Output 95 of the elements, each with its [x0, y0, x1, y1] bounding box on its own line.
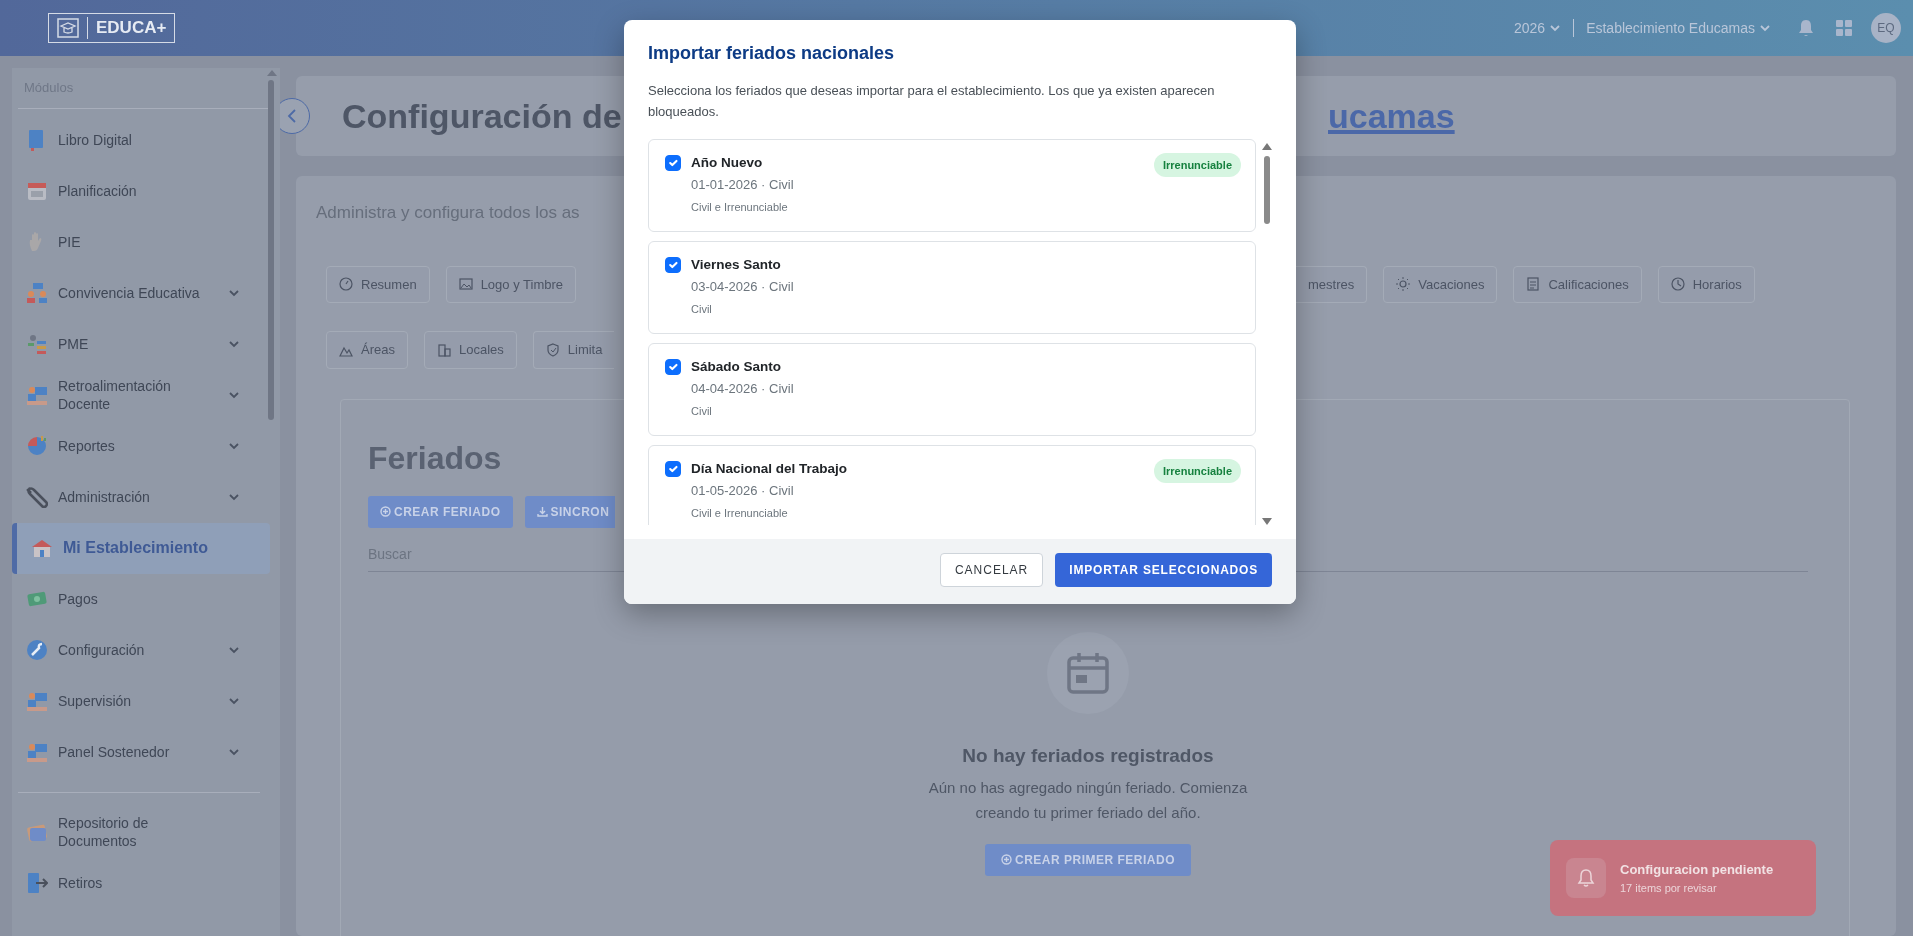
plus-circle-icon	[1001, 854, 1012, 865]
create-button[interactable]: CREAR FERIADO	[368, 495, 513, 528]
wrench-icon	[26, 639, 48, 661]
presenter-icon	[26, 690, 48, 712]
chevron-left-icon	[286, 109, 298, 123]
scrollbar-thumb[interactable]	[268, 80, 274, 420]
toast-text: 17 items por revisar	[1620, 880, 1718, 896]
sidebar-item[interactable]: Retiros	[12, 857, 270, 909]
holiday-name: Año Nuevo	[691, 153, 764, 172]
holiday-date: 03-04-2026 · Civil	[691, 277, 795, 296]
sync-button[interactable]: SINCRON	[524, 495, 616, 528]
holiday-type: Civil e Irrenunciable	[691, 200, 789, 216]
dialog-description: Selecciona los feriados que deseas importar para el establecimiento. Los que ya existen aparecen bloqueados.	[647, 82, 1216, 121]
empty-message: Aún no has agregado ningún feriado. Comienza creando tu primer feriado del año.	[927, 778, 1249, 823]
sidebar-item[interactable]: PIE	[12, 216, 270, 268]
checkbox[interactable]	[665, 256, 681, 273]
holiday-type: Civil e Irrenunciable	[691, 506, 789, 522]
holiday-date: 01-05-2026 · Civil	[691, 481, 795, 500]
user-avatar[interactable]: EQ	[1871, 13, 1901, 43]
tab[interactable]: Locales	[423, 331, 517, 369]
tab[interactable]: mestres	[1296, 265, 1368, 303]
holiday-card[interactable]: Sábado Santo 04-04-2026 · Civil Civil	[648, 342, 1256, 436]
sidebar-item[interactable]: Supervisión	[12, 675, 270, 727]
calendar-icon	[26, 180, 48, 202]
chart-icon	[26, 333, 48, 355]
sidebar-item[interactable]: Planificación	[12, 165, 270, 217]
sidebar-item[interactable]: Administración	[12, 471, 270, 523]
checkbox[interactable]	[665, 154, 681, 171]
clock-icon	[1670, 277, 1685, 292]
holiday-date: 01-01-2026 · Civil	[691, 175, 795, 194]
section-title: Feriados	[368, 438, 503, 478]
graduation-cap-icon	[57, 18, 79, 38]
tab[interactable]: Áreas	[326, 331, 408, 369]
gauge-icon	[339, 277, 353, 292]
logo[interactable]: EDUCA+	[48, 13, 176, 43]
sidebar-item[interactable]: Convivencia Educativa	[12, 267, 270, 319]
holiday-type: Civil	[691, 404, 713, 420]
sidebar-item[interactable]: Mi Establecimiento	[12, 522, 270, 574]
checkbox[interactable]	[665, 358, 681, 375]
sidebar-item[interactable]: Libro Digital	[12, 114, 270, 166]
tab[interactable]: Logo y Timbre	[445, 265, 576, 303]
sidebar-item[interactable]: Pagos	[12, 573, 270, 625]
school-dropdown[interactable]: Establecimiento Educamas	[1586, 17, 1771, 39]
holiday-card[interactable]: Año Nuevo 01-01-2026 · Civil Civil e Irrenunciable Irrenunciable	[648, 138, 1256, 232]
sidebar-item[interactable]: Reportes	[12, 420, 270, 472]
notification-toast[interactable]: Configuracion pendiente 17 items por revisar	[1550, 840, 1816, 916]
exit-icon	[26, 872, 48, 894]
back-button[interactable]	[280, 98, 310, 134]
holiday-name: Día Nacional del Trabajo	[691, 459, 849, 478]
create-first-button[interactable]: CREAR PRIMER FERIADO	[985, 843, 1191, 876]
toast-title: Configuracion pendiente	[1620, 861, 1774, 879]
plus-circle-icon	[380, 506, 391, 517]
building-icon	[436, 342, 451, 357]
caret-icon	[1549, 22, 1562, 34]
pie-chart-icon	[26, 435, 48, 457]
download-icon	[536, 506, 548, 517]
status-badge: Irrenunciable	[1153, 152, 1241, 178]
presenter-icon	[26, 384, 48, 406]
page-title-link[interactable]: ucamas	[1328, 90, 1455, 142]
checkbox[interactable]	[665, 460, 681, 477]
import-button[interactable]: IMPORTAR SELECCIONADOS	[1055, 552, 1272, 587]
presenter-icon	[26, 741, 48, 763]
holiday-card[interactable]: Viernes Santo 03-04-2026 · Civil Civil	[648, 240, 1256, 334]
tab[interactable]: Limita	[532, 331, 615, 369]
bell-icon[interactable]	[1797, 18, 1815, 38]
bell-icon	[1577, 868, 1595, 888]
tab[interactable]: Calificaciones	[1513, 265, 1642, 303]
dialog-title: Importar feriados nacionales	[647, 42, 896, 65]
holiday-type: Civil	[691, 302, 713, 318]
holiday-name: Viernes Santo	[691, 255, 782, 274]
sidebar-item[interactable]: PME	[12, 318, 270, 370]
cancel-button[interactable]: CANCELAR	[939, 552, 1044, 587]
holiday-date: 04-04-2026 · Civil	[691, 379, 795, 398]
holiday-name: Sábado Santo	[691, 357, 782, 376]
holiday-card[interactable]: Día Nacional del Trabajo 01-05-2026 · Civil Civil e Irrenunciable Irrenunciable	[648, 444, 1256, 525]
sidebar-item[interactable]: Repositorio de Documentos	[12, 806, 270, 858]
image-icon	[458, 277, 473, 292]
school-icon	[31, 537, 53, 559]
tab[interactable]: Vacaciones	[1383, 265, 1498, 303]
sidebar-item[interactable]: Configuración	[12, 624, 270, 676]
document-icon	[1526, 277, 1541, 292]
empty-title: No hay feriados registrados	[962, 743, 1214, 768]
tab[interactable]: Horarios	[1657, 265, 1755, 303]
tab[interactable]: Resumen	[326, 265, 430, 303]
sidebar-item[interactable]: Panel Sostenedor	[12, 726, 270, 778]
grid-icon[interactable]	[1835, 19, 1853, 37]
year-dropdown[interactable]: 2026	[1513, 17, 1562, 39]
people-icon	[26, 282, 48, 304]
page-title: Configuración de	[342, 95, 622, 137]
sidebar-item[interactable]: Retroalimentación Docente	[12, 369, 270, 421]
sun-icon	[1396, 277, 1411, 292]
shield-icon	[545, 342, 560, 357]
wrench-icon	[26, 486, 48, 508]
status-badge: Irrenunciable	[1153, 458, 1241, 484]
caret-icon	[1759, 22, 1771, 34]
